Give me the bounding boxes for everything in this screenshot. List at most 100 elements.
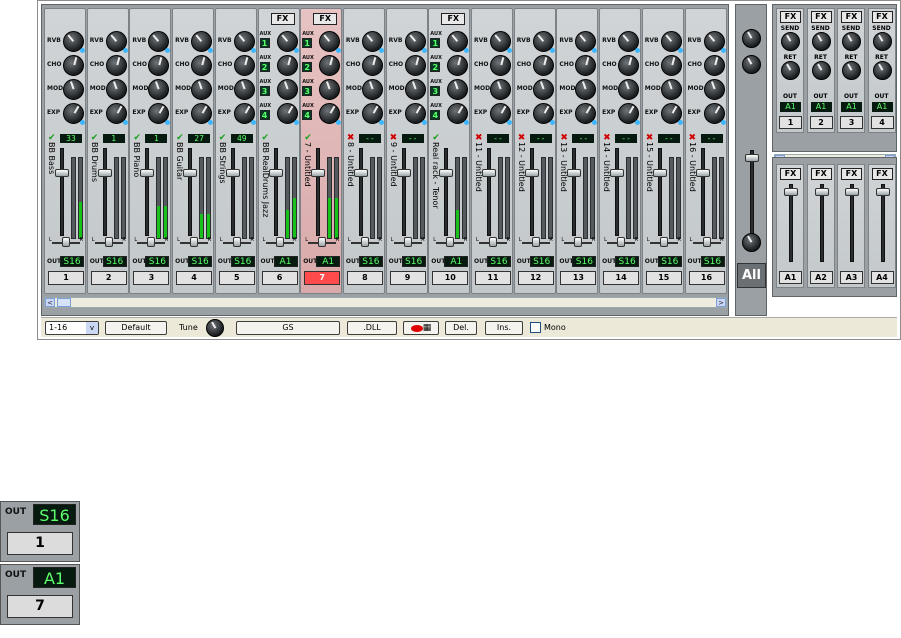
rotary-knob[interactable] [490,31,512,53]
output-assign[interactable]: S16 [487,256,511,267]
send-knob[interactable] [842,32,861,51]
rotary-knob[interactable] [105,55,127,76]
rotary-knob[interactable] [63,55,84,76]
pan-slider[interactable]: LR [263,237,297,247]
channel-number-button[interactable]: 11 [475,271,511,285]
pan-handle[interactable] [489,237,497,247]
send-knob[interactable] [781,32,800,51]
rotary-knob[interactable] [618,79,640,100]
rotary-knob[interactable] [575,31,598,53]
pan-handle[interactable] [659,237,668,247]
pan-handle[interactable] [318,237,327,247]
rotary-knob[interactable] [148,55,170,76]
pan-handle[interactable] [360,237,369,247]
rotary-knob[interactable] [233,55,255,76]
rotary-knob[interactable] [233,79,255,100]
range-select[interactable]: 1-16 v [45,321,99,335]
output-assign[interactable]: S16 [572,256,597,267]
fader-cap[interactable] [396,169,411,177]
return-fader[interactable] [845,184,859,262]
master-fader-cap[interactable] [745,154,759,162]
pan-slider[interactable]: LR [604,237,638,247]
rotary-knob[interactable] [404,55,426,76]
program-display[interactable]: 33 [60,134,82,143]
pan-slider[interactable]: LR [305,237,339,247]
pan-handle[interactable] [275,237,284,247]
rotary-knob[interactable] [447,31,470,53]
aux-output-assign[interactable]: A1 [780,102,801,112]
fx-button[interactable]: FX [441,13,466,25]
ins-button[interactable]: Ins. [485,321,523,335]
pan-handle[interactable] [232,237,241,247]
volume-fader[interactable] [97,148,112,236]
scroll-left-icon[interactable]: < [45,298,55,307]
rotary-knob[interactable] [618,55,640,76]
channel-number-button[interactable]: 5 [218,271,255,285]
record-button[interactable]: ▦ [403,321,439,335]
fader-cap[interactable] [524,169,539,177]
rotary-knob[interactable] [319,31,342,53]
fx-button[interactable]: FX [313,13,338,25]
fx-button[interactable]: FX [810,168,832,180]
channel-number-button[interactable]: 2 [90,271,127,285]
aux-number-button[interactable]: 1 [779,116,802,129]
rotary-knob[interactable] [660,31,683,53]
output-assign[interactable]: S16 [700,256,725,267]
pan-slider[interactable]: LR [49,237,83,247]
rotary-knob[interactable] [148,31,171,53]
master-pan-knob[interactable] [742,233,761,252]
channel-number-button[interactable]: 10 [432,271,469,285]
pan-handle[interactable] [574,237,583,247]
fx-button[interactable]: FX [810,11,832,23]
aux-number-button[interactable]: 2 [809,116,833,129]
rotary-knob[interactable] [447,79,469,100]
return-fader[interactable] [875,184,890,262]
fx-button[interactable]: FX [871,168,893,180]
output-assign[interactable]: S16 [230,256,255,267]
aux-output-assign[interactable]: A1 [871,102,893,112]
del-button[interactable]: Del. [445,321,477,335]
rotary-knob[interactable] [276,31,299,53]
channel-number-button[interactable]: 6 [261,271,298,285]
output-assign[interactable]: S16 [401,256,426,267]
rotary-knob[interactable] [361,55,383,76]
channel-number-button[interactable]: 7 [304,271,341,285]
default-button[interactable]: Default [105,321,167,335]
pan-handle[interactable] [446,237,455,247]
channel-scrollbar[interactable]: < > [44,297,727,308]
aux-output-assign[interactable]: A1 [810,102,832,112]
output-assign[interactable]: S16 [529,256,554,267]
mono-checkbox[interactable] [530,322,541,333]
program-display[interactable]: -- [657,134,680,143]
scroll-right-icon[interactable]: > [716,298,726,307]
fader-cap[interactable] [55,169,69,177]
rotary-knob[interactable] [105,79,127,100]
output-assign[interactable]: S16 [60,256,84,267]
fader-cap[interactable] [439,169,454,177]
rotary-knob[interactable] [618,31,641,53]
rotary-knob[interactable] [105,103,128,125]
volume-fader[interactable] [353,148,368,236]
master-all-button[interactable]: All [737,263,766,288]
rotary-knob[interactable] [233,31,256,53]
return-fader[interactable] [814,184,829,262]
rotary-knob[interactable] [276,55,298,76]
rotary-knob[interactable] [532,31,555,53]
fader-cap[interactable] [784,188,798,196]
rotary-knob[interactable] [191,103,214,125]
pan-slider[interactable]: LR [92,237,126,247]
output-assign[interactable]: A1 [316,256,341,267]
output-assign[interactable]: S16 [145,256,170,267]
pan-slider[interactable]: LR [177,237,211,247]
dll-button[interactable]: .DLL [347,321,397,335]
pan-slider[interactable]: LR [433,237,467,247]
fader-cap[interactable] [610,169,625,177]
rotary-knob[interactable] [276,103,299,125]
rotary-knob[interactable] [361,79,383,100]
rotary-knob[interactable] [319,55,341,76]
return-knob[interactable] [842,61,861,80]
pan-handle[interactable] [62,237,70,247]
volume-fader[interactable] [439,148,454,236]
return-knob[interactable] [811,61,831,80]
channel-number-button[interactable]: 4 [176,271,213,285]
